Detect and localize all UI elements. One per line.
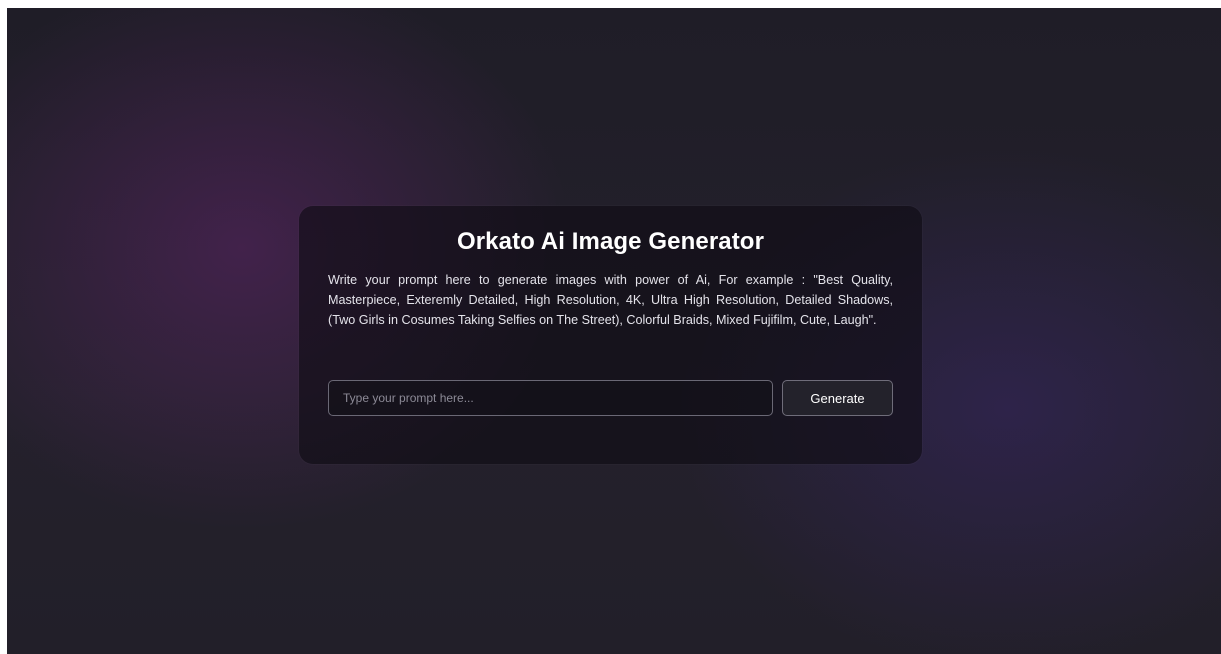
prompt-form: Generate	[328, 380, 893, 416]
prompt-description: Write your prompt here to generate image…	[328, 273, 893, 327]
page-title: Orkato Ai Image Generator	[456, 228, 765, 255]
generate-button[interactable]: Generate	[782, 380, 893, 416]
page-background: Orkato Ai Image Generator Write your pro…	[7, 8, 1221, 654]
prompt-input[interactable]	[328, 380, 773, 416]
generator-card: Orkato Ai Image Generator Write your pro…	[299, 206, 922, 464]
